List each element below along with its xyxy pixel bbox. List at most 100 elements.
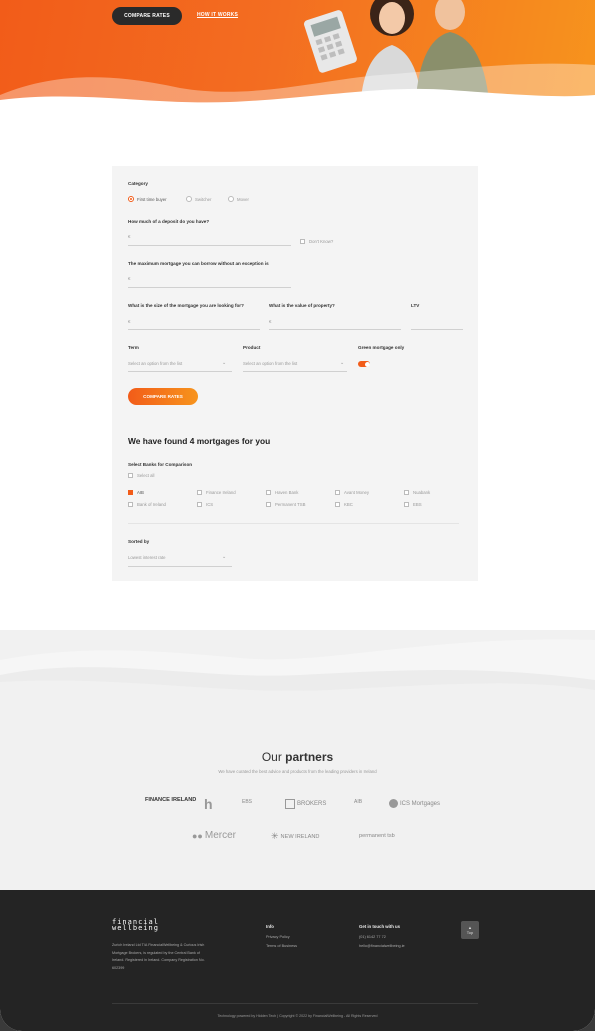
ltv-underline — [411, 329, 463, 330]
bank-checkbox[interactable] — [128, 502, 133, 507]
brokers-icon — [285, 799, 295, 809]
product-underline — [243, 371, 347, 372]
partners-title: Our partners — [0, 750, 595, 764]
bank-label: Bank of Ireland — [137, 502, 166, 507]
footer-divider — [112, 1003, 478, 1004]
mercer-icon: ●● — [192, 830, 203, 841]
contact-phone[interactable]: (01) 6142 77 72 — [359, 935, 386, 939]
partner-logo-finance-ireland: FINANCE IRELAND — [145, 797, 197, 803]
category-radio-mover[interactable] — [228, 196, 234, 202]
bank-label: ICS — [206, 502, 214, 507]
sorted-by-underline — [128, 566, 232, 567]
product-label: Product — [243, 345, 261, 350]
partners-wave — [0, 639, 595, 710]
contact-email[interactable]: hello@financialwellbeing.ie — [359, 944, 405, 948]
bank-label: Finance Ireland — [206, 490, 236, 495]
bank-checkbox[interactable] — [335, 490, 340, 495]
term-underline — [128, 371, 232, 372]
mortgage-size-input[interactable]: € — [128, 319, 130, 324]
partner-logo-mercer: ●● Mercer — [192, 830, 236, 841]
partner-logo-ebs: EBS — [242, 799, 253, 805]
partner-logo-brokers: BROKERS — [285, 799, 326, 809]
category-option-label: First time buyer — [137, 197, 167, 202]
new-ireland-icon: ✳ — [271, 831, 279, 841]
partners-title-bold: partners — [285, 750, 334, 764]
bank-checkbox[interactable] — [197, 502, 202, 507]
chevron-down-icon: ⌄ — [222, 554, 227, 560]
new-ireland-text: NEW IRELAND — [280, 833, 320, 840]
partners-title-light: Our — [261, 750, 286, 764]
sorted-by-label: Sorted by — [128, 539, 150, 544]
category-label: Category — [128, 181, 148, 186]
footer-info-heading: Info — [266, 924, 274, 929]
results-divider — [128, 523, 459, 524]
footer-copyright: Technology powered by Hidden Tech | Copy… — [217, 1014, 378, 1018]
green-mortgage-label: Green mortgage only — [358, 345, 405, 350]
bank-checkbox[interactable] — [128, 490, 133, 495]
bank-checkbox[interactable] — [404, 502, 409, 507]
select-all-checkbox[interactable] — [128, 473, 133, 478]
deposit-input-underline — [128, 245, 291, 246]
category-option-label: Switcher — [195, 197, 212, 202]
bank-label: Avant Money — [344, 490, 370, 495]
select-all-label: Select all — [137, 473, 155, 478]
hero-banner: COMPARE RATES HOW IT WORKS — [0, 0, 595, 125]
mortgage-size-underline — [128, 329, 260, 330]
footer-about: Zurich Ireland Ltd T/A FinancialWellbein… — [112, 943, 205, 970]
partners-subtitle: We have curated the best advice and prod… — [218, 769, 377, 774]
partner-logo-new-ireland: ✳ NEW IRELAND — [271, 831, 319, 842]
footer — [0, 890, 595, 1031]
term-select[interactable]: Select an option from the list — [128, 361, 182, 366]
partner-logo-aib: AIB — [354, 799, 363, 805]
bank-checkbox[interactable] — [197, 490, 202, 495]
category-radio-switcher[interactable] — [186, 196, 192, 202]
bank-label: Haven Bank — [275, 490, 299, 495]
category-radio-first-time[interactable] — [128, 196, 134, 202]
term-label: Term — [128, 345, 139, 350]
bank-label: AIB — [137, 490, 144, 495]
deposit-input[interactable]: € — [128, 234, 130, 239]
mortgage-form-card — [112, 166, 478, 581]
green-mortgage-toggle[interactable] — [358, 361, 370, 367]
property-value-input[interactable]: € — [269, 319, 271, 324]
dont-know-label: Don't Know? — [309, 239, 334, 244]
bank-label: EBS — [413, 502, 422, 507]
partner-logo-permanent-tsb: permanent tsb — [359, 833, 395, 839]
category-option-label: Mover — [237, 197, 249, 202]
property-value-underline — [269, 329, 401, 330]
hero-wave — [0, 63, 595, 125]
results-heading: We have found 4 mortgages for you — [128, 436, 271, 446]
dont-know-checkbox[interactable] — [300, 239, 305, 244]
deposit-label: How much of a deposit do you have? — [128, 219, 210, 224]
ics-icon — [389, 799, 398, 808]
partner-logo-h: h — [204, 796, 213, 812]
page: COMPARE RATES HOW IT WORKS Category Firs… — [0, 0, 595, 1031]
bank-checkbox[interactable] — [335, 502, 340, 507]
brokers-text: BROKERS — [297, 801, 327, 807]
bank-label: KBC — [344, 502, 353, 507]
bank-label: Permanent TSB — [275, 502, 306, 507]
mercer-text: Mercer — [204, 830, 236, 841]
product-select[interactable]: Select an option from the list — [243, 361, 297, 366]
privacy-policy-link[interactable]: Privacy Policy — [266, 935, 290, 939]
back-to-top-label: Top — [466, 930, 474, 935]
bank-checkbox[interactable] — [266, 490, 271, 495]
ics-text: ICS Mortgages — [400, 800, 441, 807]
bank-checkbox[interactable] — [266, 502, 271, 507]
compare-rates-button[interactable]: COMPARE RATES — [128, 388, 198, 405]
partner-logo-ics: ICS Mortgages — [389, 799, 440, 808]
footer-logo: financial wellbeing — [112, 919, 159, 932]
hero-compare-button[interactable]: COMPARE RATES — [112, 7, 182, 25]
how-it-works-link[interactable]: HOW IT WORKS — [197, 12, 238, 18]
bank-checkbox[interactable] — [404, 490, 409, 495]
ltv-label: LTV — [411, 303, 420, 308]
property-value-label: What is the value of property? — [269, 303, 335, 308]
sorted-by-select[interactable]: Lowest interest rate — [128, 555, 166, 560]
bank-label: Nuabank — [413, 490, 431, 495]
back-to-top-button[interactable]: ▲ Top — [461, 921, 479, 939]
chevron-down-icon: ⌄ — [222, 360, 227, 366]
mortgage-size-label: What is the size of the mortgage you are… — [128, 303, 244, 308]
banks-label: Select Banks for Comparison — [128, 462, 193, 467]
max-mortgage-value: € — [128, 276, 131, 281]
terms-link[interactable]: Terms of Business — [266, 944, 297, 948]
